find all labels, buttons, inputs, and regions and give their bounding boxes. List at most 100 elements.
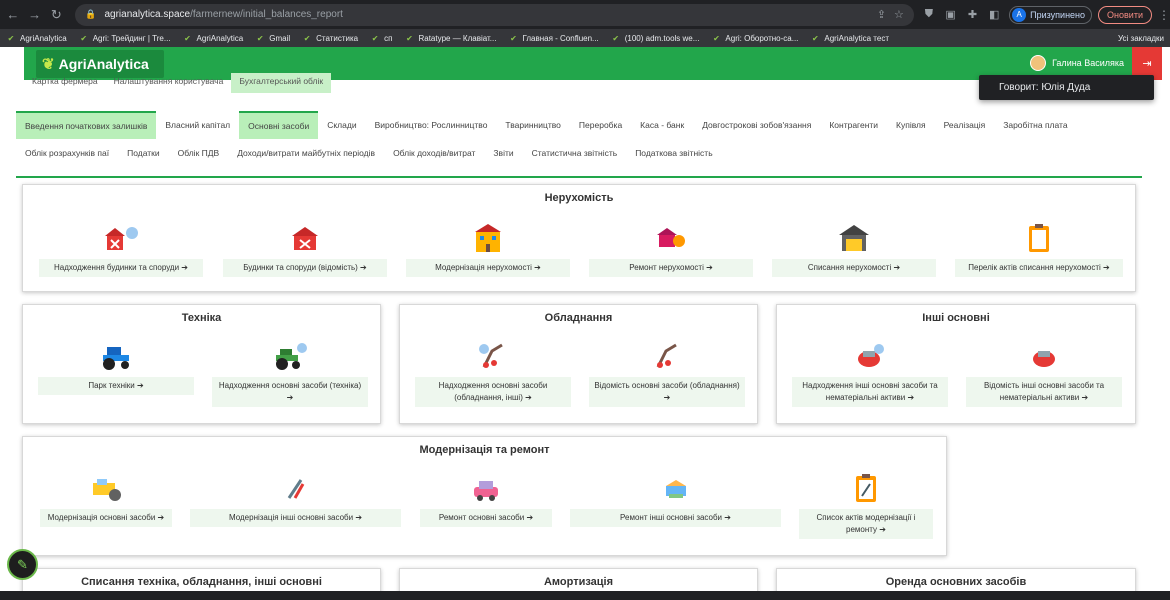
extension-icon[interactable]: ▣ [944,8,958,22]
speaker-popup: Говорит: Юлія Дуда [979,75,1154,100]
subnav-item[interactable]: Доходи/витрати майбутніх періодів [228,139,384,167]
subnav-item[interactable]: Каса - банк [631,111,693,139]
url-domain: agrianalytica.space [104,9,191,20]
car-repair-icon [420,473,552,503]
clipboard-tools-icon [799,473,933,503]
user-menu[interactable]: Галина Василяка [1030,55,1124,71]
subnav-item[interactable]: Виробництво: Рослинництво [366,111,497,139]
tile-label: Модернізація інші основні засоби ➔ [190,509,401,527]
tile-realty-acts[interactable]: Перелік актів списання нерухомості ➔ [955,223,1123,277]
divider [16,176,1142,178]
bookmark-icon: ✔ [510,33,517,43]
tile-other-income[interactable]: Надходження інші основні засоби та немат… [792,341,948,407]
subnav-item[interactable]: Облік розрахунків паї [16,139,118,167]
bookmark-label: Ratatype — Клавіат... [418,33,497,43]
bookmark-item[interactable]: ✔ AgriAnalytica [183,33,243,43]
bookmark-icon: ✔ [406,33,413,43]
subnav-item[interactable]: Податки [118,139,169,167]
logout-icon: ⇥ [1142,58,1152,70]
assets-icon [966,341,1122,371]
update-button[interactable]: Оновити [1098,5,1152,24]
sidebar-icon[interactable]: ◧ [987,8,1001,22]
subnav-item[interactable]: Контрагенти [820,111,887,139]
subnav-item[interactable]: Статистична звітність [523,139,627,167]
subnav-item[interactable]: Податкова звітність [626,139,721,167]
subnav-item[interactable]: Реалізація [935,111,995,139]
back-icon[interactable]: ← [4,6,22,24]
subnav-item[interactable]: Облік доходів/витрат [384,139,484,167]
more-icon[interactable]: ⋮ [1158,8,1170,22]
top-tabs: Картка фермера Налаштування користувача … [24,73,332,93]
subnav-item[interactable]: Введення початкових залишків [16,111,157,139]
card-tech: Техніка Парк техніки ➔ Надходження основ… [22,304,381,424]
subnav-item[interactable]: Склади [318,111,365,139]
tile-modern-os[interactable]: Модернізація основні засоби ➔ [40,473,172,527]
subnav-item[interactable]: Основні засоби [239,111,319,139]
subnav-item[interactable]: Заробітна плата [994,111,1076,139]
tile-tech-park[interactable]: Парк техніки ➔ [38,341,194,395]
bookmark-icon: ✔ [80,33,88,43]
subnav-item[interactable]: Переробка [570,111,631,139]
card-title: Нерухомість [544,192,614,204]
tile-other-list[interactable]: Відомість інші основні засоби та нематер… [966,341,1122,407]
subnav-item[interactable]: Звіти [484,139,522,167]
subnav-item[interactable]: Власний капітал [156,111,239,139]
profile-avatar: A [1012,7,1027,22]
tile-modern-acts[interactable]: Список актів модернізації і ремонту ➔ [799,473,933,539]
shield-extension-icon[interactable]: ⛊ [922,8,936,22]
edit-button[interactable]: ✎ [7,549,38,580]
bookmark-item[interactable]: ✔ Agri: Трейдинг | Tre... [79,33,171,43]
bookmark-item[interactable]: ✔ (100) adm.tools we... [611,33,699,43]
bookmark-label: Agri: Трейдинг | Tre... [92,33,171,43]
garage-icon [772,223,936,253]
all-bookmarks[interactable]: Усі закладки [1118,34,1164,43]
subnav-item[interactable]: Облік ПДВ [169,139,229,167]
tab-farmer-card[interactable]: Картка фермера [24,73,106,93]
tile-realty-list[interactable]: Будинки та споруди (відомість) ➔ [223,223,387,277]
tile-tech-income[interactable]: Надходження основні засоби (техніка) ➔ [212,341,368,407]
subnav-item[interactable]: Тваринництво [496,111,570,139]
lock-icon: 🔒 [85,9,97,19]
share-icon[interactable]: ⇪ [877,8,886,21]
tile-realty-repair[interactable]: Ремонт нерухомості ➔ [589,223,753,277]
reload-icon[interactable]: ↻ [48,6,66,24]
bookmark-item[interactable]: ✔ AgriAnalytica [6,33,67,43]
tile-realty-modern[interactable]: Модернізація нерухомості ➔ [406,223,570,277]
bookmark-item[interactable]: ✔ AgriAnalytica тест [810,33,889,43]
bookmark-label: Gmail [269,33,291,43]
tile-label: Перелік актів списання нерухомості ➔ [955,259,1123,277]
tile-realty-income[interactable]: Надходження будинки та споруди ➔ [39,223,203,277]
browser-toolbar: ← → ↻ 🔒 agrianalytica.space/farmernew/in… [0,0,1170,29]
tile-realty-writeoff[interactable]: Списання нерухомості ➔ [772,223,936,277]
barn-repair-icon [589,223,753,253]
bookmark-icon: ✔ [184,33,191,43]
star-icon[interactable]: ☆ [894,8,904,21]
bookmark-item[interactable]: ✔ Agri: Оборотно-са... [711,33,798,43]
forward-icon[interactable]: → [26,6,44,24]
tile-modern-other[interactable]: Модернізація інші основні засоби ➔ [190,473,401,527]
bookmark-icon: ✔ [812,33,819,43]
tab-accounting[interactable]: Бухгалтерський облік [231,73,332,93]
subnav-item[interactable]: Купівля [887,111,935,139]
repair-other-icon [570,473,781,503]
tile-equip-list[interactable]: Відомість основні засоби (обладнання) ➔ [589,341,745,407]
address-bar[interactable]: 🔒 agrianalytica.space/farmernew/initial_… [75,3,914,26]
tile-equip-income[interactable]: Надходження основні засоби (обладнання, … [415,341,571,407]
subnav-item[interactable]: Довгострокові зобов'язання [693,111,820,139]
tile-repair-other[interactable]: Ремонт інші основні засоби ➔ [570,473,781,527]
barn-icon [223,223,387,253]
clipboard-icon [955,223,1123,253]
bookmark-item[interactable]: ✔ Ratatype — Клавіат... [404,33,496,43]
leaf-icon: ❦ [42,56,55,73]
avatar [1030,55,1047,71]
tab-user-settings[interactable]: Налаштування користувача [106,73,232,93]
bookmark-item[interactable]: ✔ Главная - Confluen... [508,33,599,43]
bookmark-item[interactable]: ✔ Статистика [302,33,358,43]
bookmark-item[interactable]: ✔ Gmail [255,33,290,43]
tile-repair-os[interactable]: Ремонт основні засоби ➔ [420,473,552,527]
card-title: Обладнання [544,312,613,324]
tile-label: Ремонт нерухомості ➔ [589,259,753,277]
bookmark-item[interactable]: ✔ сп [370,33,393,43]
profile-button[interactable]: A Призупинено [1009,5,1093,24]
puzzle-icon[interactable]: ✚ [966,8,980,22]
